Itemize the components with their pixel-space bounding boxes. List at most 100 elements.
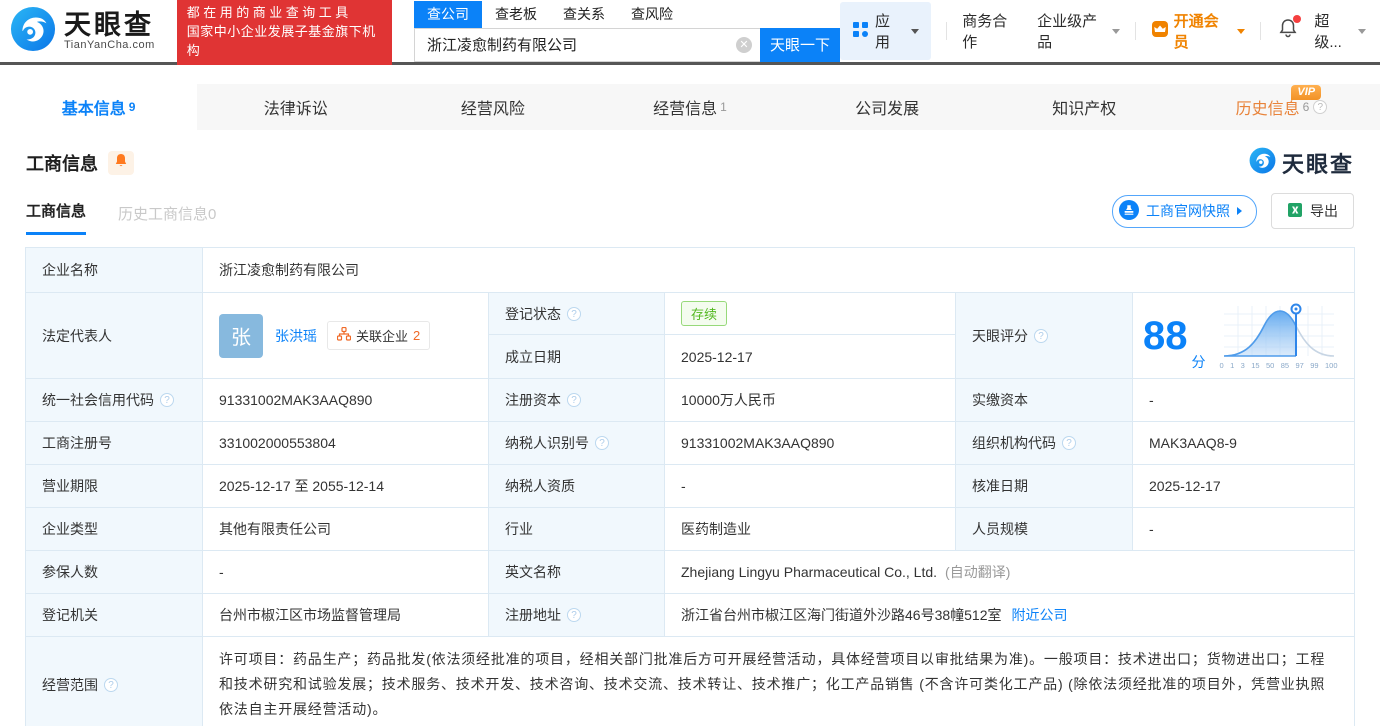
- help-icon[interactable]: ?: [1034, 329, 1048, 343]
- help-icon[interactable]: ?: [1313, 100, 1327, 114]
- tab-operational-risk[interactable]: 经营风险: [394, 84, 591, 130]
- related-label: 关联企业: [356, 326, 408, 345]
- reg-status-value: 存续: [665, 293, 956, 335]
- nav-cooperation[interactable]: 商务合作: [962, 10, 1019, 52]
- tab-company-development[interactable]: 公司发展: [789, 84, 986, 130]
- tab-history-info[interactable]: 历史信息6 ? VIP: [1183, 84, 1380, 130]
- help-icon[interactable]: ?: [567, 393, 581, 407]
- company-tab-bar: 基本信息9 法律诉讼 经营风险 经营信息1 公司发展 知识产权 历史信息6 ? …: [0, 84, 1380, 130]
- score-value: 88 分: [1133, 293, 1354, 379]
- tianyancha-swirl-icon: [10, 6, 56, 57]
- tab-count: 9: [129, 101, 136, 113]
- tianyancha-logo[interactable]: 天眼查 TianYanCha.com: [10, 6, 155, 57]
- apps-menu[interactable]: 应用: [840, 2, 931, 60]
- credit-code-label: 统一社会信用代码?: [26, 379, 203, 422]
- paid-capital-label: 实缴资本: [956, 379, 1133, 422]
- search-tab-relation[interactable]: 查关系: [550, 1, 618, 28]
- tab-label: 历史信息: [1236, 95, 1300, 119]
- tab-label: 经营风险: [461, 95, 525, 119]
- help-icon[interactable]: ?: [160, 393, 174, 407]
- subtab-history-registration[interactable]: 历史工商信息0: [118, 203, 216, 235]
- reg-address-value: 浙江省台州市椒江区海门街道外沙路46号38幢512室 附近公司: [665, 594, 1354, 637]
- help-icon[interactable]: ?: [1062, 436, 1076, 450]
- nav-super-vip[interactable]: 超级...: [1314, 10, 1366, 52]
- tab-count: 1: [720, 101, 727, 113]
- divider: [946, 22, 947, 40]
- industry-value: 医药制造业: [665, 508, 956, 551]
- help-icon[interactable]: ?: [595, 436, 609, 450]
- help-icon[interactable]: ?: [567, 307, 581, 321]
- reg-capital-value: 10000万人民币: [665, 379, 956, 422]
- chevron-down-icon: [1237, 29, 1245, 34]
- company-type-value: 其他有限责任公司: [203, 508, 489, 551]
- insured-count-value: -: [203, 551, 489, 594]
- tab-business-info[interactable]: 经营信息1: [591, 84, 788, 130]
- credit-code-value: 91331002MAK3AAQ890: [203, 379, 489, 422]
- legal-rep-value: 张 张洪瑶 关联企业 2: [203, 293, 489, 379]
- score-unit: 分: [1192, 352, 1206, 372]
- open-vip-button[interactable]: 开通会员: [1151, 10, 1246, 52]
- english-name-value: Zhejiang Lingyu Pharmaceutical Co., Ltd.…: [665, 551, 1354, 594]
- insured-count-label: 参保人数: [26, 551, 203, 594]
- staff-size-value: -: [1133, 508, 1354, 551]
- legal-rep-name-link[interactable]: 张洪瑶: [275, 326, 317, 346]
- approval-date-label: 核准日期: [956, 465, 1133, 508]
- divider: [1260, 22, 1261, 40]
- tab-legal-lawsuits[interactable]: 法律诉讼: [197, 84, 394, 130]
- tab-intellectual-property[interactable]: 知识产权: [986, 84, 1183, 130]
- search-tab-company[interactable]: 查公司: [414, 1, 482, 28]
- search-area: 查公司 查老板 查关系 查风险 ✕ 天眼一下: [414, 1, 840, 62]
- reg-authority-label: 登记机关: [26, 594, 203, 637]
- reg-capital-label: 注册资本?: [489, 379, 665, 422]
- enterprise-label: 企业级产品: [1037, 10, 1107, 52]
- tab-count: 6: [1303, 101, 1310, 113]
- search-input[interactable]: [414, 28, 760, 62]
- logo-domain: TianYanCha.com: [64, 39, 155, 51]
- network-icon: [337, 327, 351, 344]
- reg-number-value: 331002000553804: [203, 422, 489, 465]
- org-code-value: MAK3AAQ8-9: [1133, 422, 1354, 465]
- chevron-down-icon: [1358, 29, 1366, 34]
- excel-icon: [1287, 202, 1303, 221]
- tab-basic-info[interactable]: 基本信息9: [0, 84, 197, 130]
- promo-banner: 都在用的商业查询工具 国家中小企业发展子基金旗下机构: [177, 0, 392, 65]
- promo-line2: 国家中小企业发展子基金旗下机构: [187, 22, 382, 60]
- search-button[interactable]: 天眼一下: [760, 28, 840, 62]
- vip-label: 开通会员: [1174, 10, 1229, 52]
- promo-line1: 都在用的商业查询工具: [187, 3, 382, 22]
- nav-enterprise-products[interactable]: 企业级产品: [1037, 10, 1119, 52]
- company-name-label: 企业名称: [26, 248, 203, 293]
- status-badge: 存续: [681, 301, 727, 326]
- score-axis-ticks: 0131550859799100: [1220, 361, 1338, 370]
- watermark-text: 天眼查: [1282, 147, 1354, 179]
- subscribe-bell-icon[interactable]: [108, 151, 134, 175]
- business-scope-label: 经营范围?: [26, 637, 203, 726]
- score-distribution-chart: 0131550859799100: [1220, 302, 1338, 370]
- score-label: 天眼评分?: [956, 293, 1133, 379]
- help-icon[interactable]: ?: [104, 678, 118, 692]
- divider: [1135, 22, 1136, 40]
- taxpayer-id-label: 纳税人识别号?: [489, 422, 665, 465]
- help-icon[interactable]: ?: [567, 608, 581, 622]
- business-term-value: 2025-12-17 至 2055-12-14: [203, 465, 489, 508]
- snapshot-label: 工商官网快照: [1146, 201, 1230, 221]
- clear-search-icon[interactable]: ✕: [736, 37, 752, 53]
- tab-label: 公司发展: [855, 95, 919, 119]
- nearby-companies-link[interactable]: 附近公司: [1012, 605, 1068, 625]
- taxpayer-quality-value: -: [665, 465, 956, 508]
- tianyancha-swirl-icon: [1249, 147, 1276, 179]
- official-snapshot-button[interactable]: 工商官网快照: [1112, 195, 1257, 228]
- search-tab-boss[interactable]: 查老板: [482, 1, 550, 28]
- related-companies-badge[interactable]: 关联企业 2: [327, 321, 430, 350]
- establish-date-label: 成立日期: [489, 335, 665, 379]
- org-code-label: 组织机构代码?: [956, 422, 1133, 465]
- subtab-business-registration[interactable]: 工商信息: [26, 200, 86, 235]
- tab-label: 经营信息: [653, 95, 717, 119]
- export-button[interactable]: 导出: [1271, 193, 1354, 229]
- avatar[interactable]: 张: [219, 314, 263, 358]
- reg-authority-value: 台州市椒江区市场监督管理局: [203, 594, 489, 637]
- export-label: 导出: [1310, 201, 1338, 221]
- notification-bell-icon[interactable]: [1278, 18, 1298, 44]
- paid-capital-value: -: [1133, 379, 1354, 422]
- search-tab-risk[interactable]: 查风险: [618, 1, 686, 28]
